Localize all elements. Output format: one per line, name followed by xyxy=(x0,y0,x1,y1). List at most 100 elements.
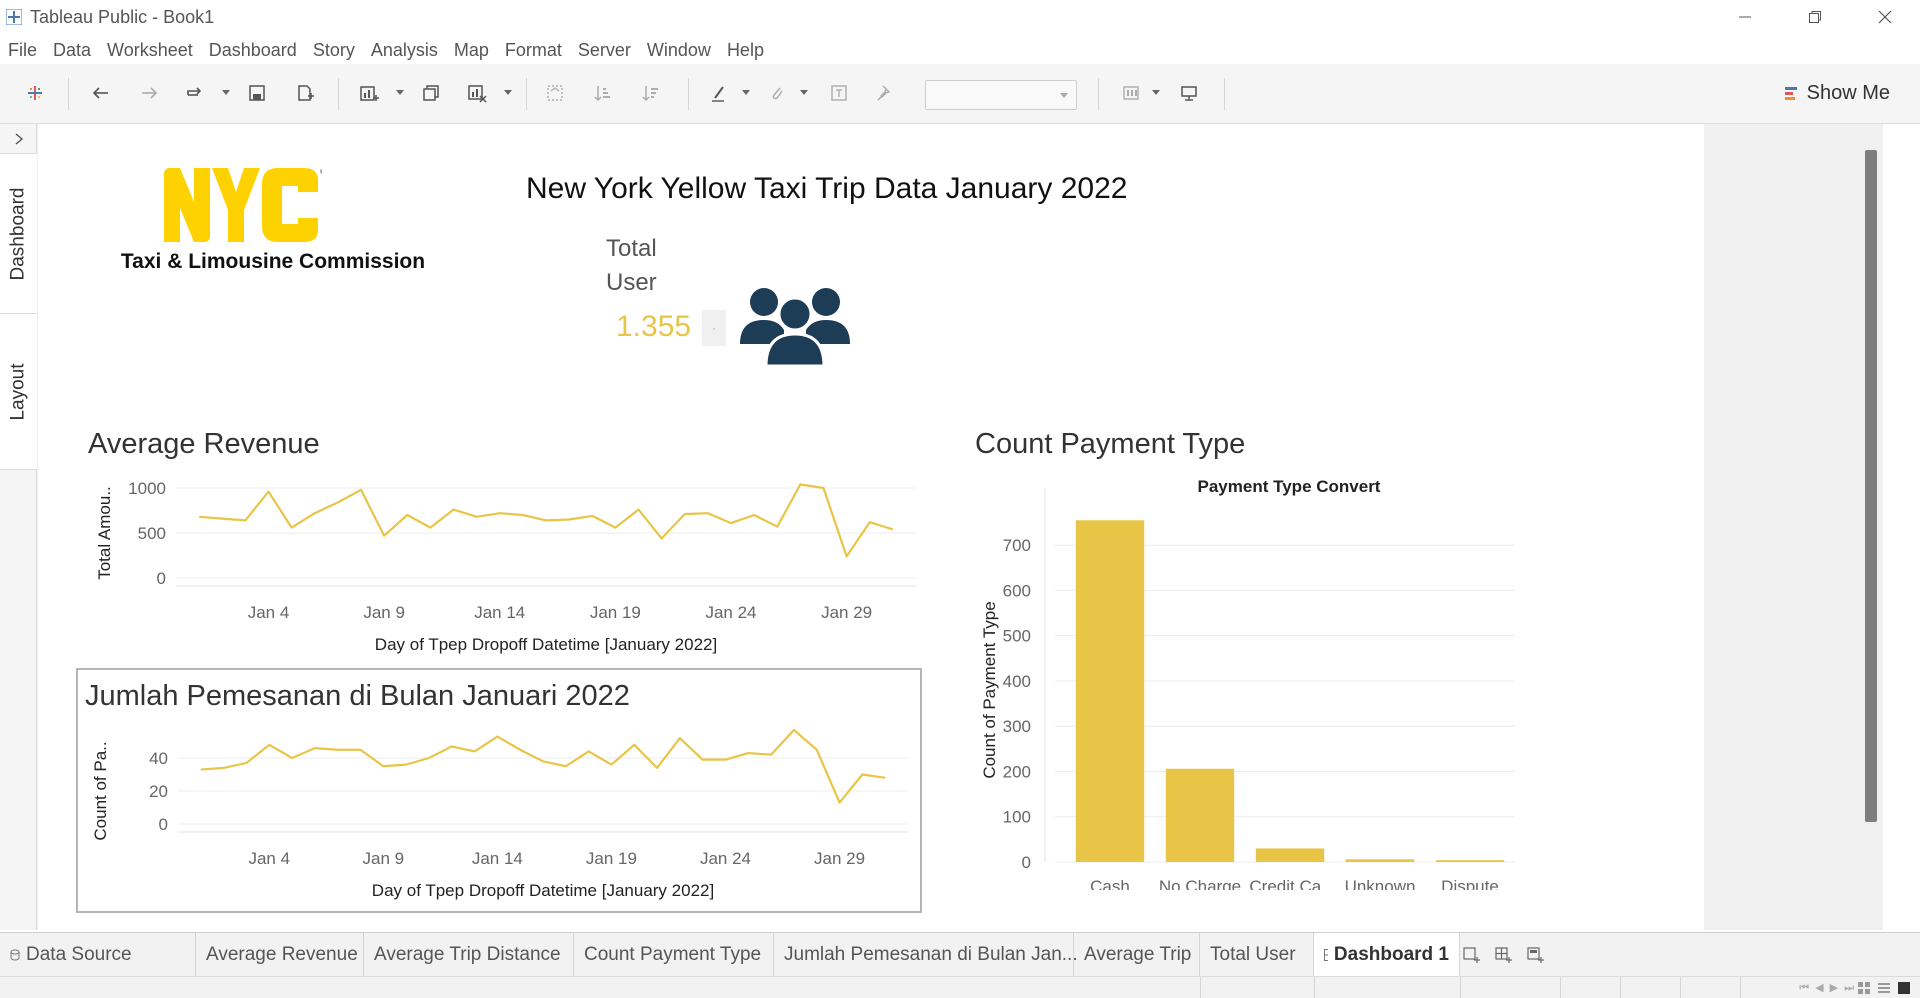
new-worksheet-tab-button[interactable] xyxy=(1460,943,1484,967)
cards-icon xyxy=(1123,86,1139,100)
tab-label: Jumlah Pemesanan di Bulan Jan... xyxy=(784,944,1078,965)
chevron-down-icon[interactable] xyxy=(800,90,808,96)
sheet-navigation-arrows[interactable]: ⏮◀▶⏭ xyxy=(1799,981,1860,995)
window-controls xyxy=(1710,0,1920,34)
y-tick-label: 100 xyxy=(1003,808,1031,827)
close-icon xyxy=(1878,10,1892,24)
fix-axes-button[interactable] xyxy=(872,80,898,106)
status-bar: ⏮◀▶⏭ xyxy=(0,976,1920,998)
sort-descending-button[interactable] xyxy=(638,80,664,106)
new-story-icon xyxy=(1527,947,1544,963)
bookings-chart[interactable]: 0 20 40 Jan 4 Jan 9 Jan 14 Jan 19 Jan 24 Jan 29 D… xyxy=(78,718,920,910)
chevron-down-icon[interactable] xyxy=(742,90,750,96)
new-dashboard-tab-button[interactable] xyxy=(1492,943,1516,967)
y-tick-label: 500 xyxy=(1003,627,1031,646)
duplicate-sheet-button[interactable] xyxy=(418,80,444,106)
menu-dashboard[interactable]: Dashboard xyxy=(209,36,305,66)
y-tick-label: 700 xyxy=(1003,536,1031,555)
y-tick-label: 40 xyxy=(149,749,168,768)
menu-data[interactable]: Data xyxy=(53,36,99,66)
chevron-down-icon[interactable] xyxy=(1152,90,1160,96)
tab-average-revenue[interactable]: Average Revenue xyxy=(196,933,364,977)
swap-rows-columns-button[interactable] xyxy=(542,80,568,106)
x-tick-label: Jan 9 xyxy=(363,849,405,868)
y-tick-label: 0 xyxy=(1022,853,1031,872)
chevron-down-icon[interactable] xyxy=(396,90,404,96)
minimize-button[interactable] xyxy=(1710,0,1780,34)
toolbar: Show Me xyxy=(0,64,1920,124)
kpi-value[interactable]: 1.355 xyxy=(616,310,691,344)
tab-jumlah-pemesanan[interactable]: Jumlah Pemesanan di Bulan Jan... xyxy=(774,933,1078,977)
save-button[interactable] xyxy=(244,80,270,106)
fit-dropdown[interactable] xyxy=(925,80,1077,110)
grid-view-icon[interactable] xyxy=(1858,982,1870,994)
scrollbar-thumb[interactable] xyxy=(1865,150,1877,822)
average-revenue-chart[interactable]: 0 500 1000 Jan 4 Jan 9 Jan 14 Jan 19 Jan 24 Jan … xyxy=(76,470,936,670)
tab-data-source[interactable]: Data Source xyxy=(0,933,196,977)
sort-descending-icon xyxy=(642,86,658,102)
show-cards-button[interactable] xyxy=(1118,80,1144,106)
show-me-label: Show Me xyxy=(1806,82,1890,104)
menu-analysis[interactable]: Analysis xyxy=(371,36,446,66)
menu-server[interactable]: Server xyxy=(578,36,639,66)
expand-panel-button[interactable] xyxy=(0,124,37,154)
tab-average-trip-distance[interactable]: Average Trip Distance xyxy=(364,933,574,977)
payment-type-chart[interactable]: Payment Type Convert 0 100 200 300 400 500 600 7… xyxy=(975,470,1535,890)
menu-window[interactable]: Window xyxy=(647,36,719,66)
list-view-icon[interactable] xyxy=(1878,982,1890,994)
sort-ascending-icon xyxy=(594,86,610,102)
dashboard-icon xyxy=(1324,949,1328,961)
close-button[interactable] xyxy=(1850,0,1920,34)
x-tick-label: Jan 14 xyxy=(474,603,525,622)
x-tick-label: Jan 29 xyxy=(814,849,865,868)
x-tick-label: Jan 4 xyxy=(248,603,290,622)
redo-button[interactable] xyxy=(136,80,162,106)
new-worksheet-button[interactable] xyxy=(356,80,382,106)
undo-button[interactable] xyxy=(88,80,114,106)
dashboard-pane-label: Dashboard xyxy=(7,187,29,280)
new-story-tab-button[interactable] xyxy=(1524,943,1548,967)
group-members-button[interactable] xyxy=(764,80,790,106)
side-panel: Dashboard Layout xyxy=(0,124,37,930)
show-mark-labels-button[interactable] xyxy=(826,80,852,106)
tab-dashboard-pane[interactable]: Dashboard xyxy=(0,154,37,314)
menu-help[interactable]: Help xyxy=(727,36,772,66)
highlight-button[interactable] xyxy=(706,80,732,106)
new-data-source-button[interactable] xyxy=(292,80,318,106)
chevron-down-icon[interactable] xyxy=(504,90,512,96)
tab-dashboard-1[interactable]: Dashboard 1 xyxy=(1314,933,1460,977)
menu-format[interactable]: Format xyxy=(505,36,570,66)
highlighter-icon xyxy=(712,86,724,102)
chevron-down-icon[interactable] xyxy=(222,90,230,96)
sheet-tab-bar: Data Source Average Revenue Average Trip… xyxy=(0,932,1920,977)
show-me-button[interactable]: Show Me xyxy=(1784,82,1890,105)
tableau-home-button[interactable] xyxy=(22,80,48,106)
menu-file[interactable]: File xyxy=(8,36,45,66)
tab-label: Average Trip xyxy=(1084,944,1192,965)
x-tick-label: Jan 19 xyxy=(586,849,637,868)
restore-button[interactable] xyxy=(1780,0,1850,34)
bar xyxy=(1075,520,1145,862)
tab-average-trip[interactable]: Average Trip xyxy=(1074,933,1200,977)
presentation-mode-button[interactable] xyxy=(1176,80,1202,106)
x-tick-label: Credit Ca.. xyxy=(1249,877,1330,890)
duplicate-icon xyxy=(423,85,439,101)
replay-animation-button[interactable] xyxy=(182,80,208,106)
new-sheet-icon xyxy=(1463,947,1480,963)
users-group-icon xyxy=(740,288,850,366)
sort-ascending-button[interactable] xyxy=(590,80,616,106)
tab-layout-pane[interactable]: Layout xyxy=(0,314,37,470)
filmstrip-view-icon[interactable] xyxy=(1898,982,1910,994)
menu-worksheet[interactable]: Worksheet xyxy=(107,36,201,66)
tab-count-payment-type[interactable]: Count Payment Type xyxy=(574,933,774,977)
kpi-filter-chip[interactable]: · xyxy=(702,310,726,346)
menu-map[interactable]: Map xyxy=(454,36,497,66)
bar xyxy=(1435,860,1505,862)
x-tick-label: Dispute xyxy=(1441,877,1499,890)
menu-story[interactable]: Story xyxy=(313,36,363,66)
kpi-label: Total User xyxy=(606,232,657,300)
clear-sheet-button[interactable] xyxy=(464,80,490,106)
average-revenue-title: Average Revenue xyxy=(88,428,320,460)
tab-total-user[interactable]: Total User xyxy=(1200,933,1314,977)
swap-icon xyxy=(547,85,563,101)
